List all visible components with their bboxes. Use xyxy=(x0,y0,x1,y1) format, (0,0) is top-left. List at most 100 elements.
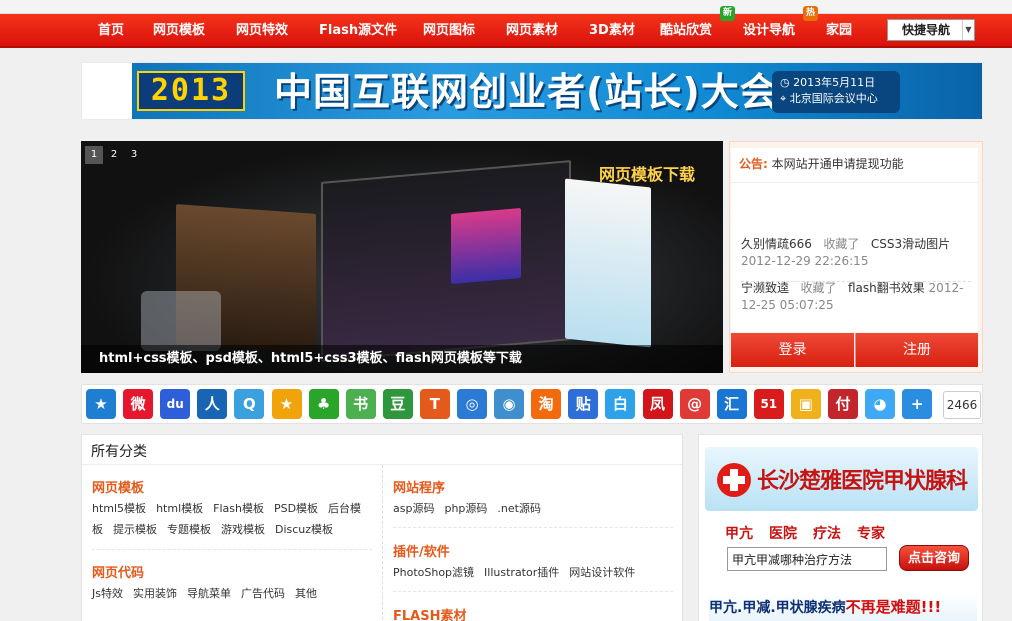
activity-item-link[interactable]: flash翻书效果 xyxy=(848,281,925,295)
nav-cool-sites[interactable]: 酷站欣赏 xyxy=(660,14,712,48)
renren-icon[interactable]: 人 xyxy=(197,389,228,419)
notice-content: 公告: 本网站开通申请提现功能 久别情疏666 收藏了 CSS3滑动图片 201… xyxy=(731,148,978,332)
notice-announcement[interactable]: 公告: 本网站开通申请提现功能 xyxy=(739,155,904,172)
category-heading-plugins-software[interactable]: 插件/软件 xyxy=(393,541,450,560)
category-link[interactable]: PSD模板 xyxy=(274,502,318,515)
qzone-star-icon[interactable]: ★ xyxy=(86,389,116,419)
category-link[interactable]: 专题模板 xyxy=(167,523,211,536)
phoenix-icon[interactable]: 凤 xyxy=(642,389,673,419)
category-link[interactable]: html模板 xyxy=(156,502,203,515)
netease-icon[interactable]: @ xyxy=(679,389,710,419)
banner-title: 中国互联网创业者(站长)大会 xyxy=(274,70,779,114)
qq-weibo-icon[interactable]: Q xyxy=(234,389,265,419)
ad-tag[interactable]: 医院 xyxy=(769,526,797,542)
nav-web-materials[interactable]: 网页素材 xyxy=(506,14,558,48)
medical-cross-icon xyxy=(717,463,751,497)
category-link[interactable]: 提示模板 xyxy=(113,523,157,536)
people-icon[interactable]: ◎ xyxy=(457,389,487,419)
category-heading-flash-materials[interactable]: FLASH素材 xyxy=(393,605,466,621)
hospital-ad[interactable]: 长沙楚雅医院甲状腺科 甲亢医院疗法专家 点击咨询 甲亢.甲减.甲状腺疾病不再是难… xyxy=(698,434,983,621)
all-categories: 所有分类 网页模板 html5模板 html模板 Flash模板 PSD模板 后台模 板… xyxy=(81,434,683,621)
tianya-icon[interactable]: T xyxy=(419,389,450,419)
category-link[interactable]: Illustrator插件 xyxy=(484,566,559,579)
nav-flash-source[interactable]: Flash源文件 xyxy=(319,14,397,48)
consult-button-label: 点击咨询 xyxy=(907,551,960,566)
category-link[interactable]: asp源码 xyxy=(393,502,434,515)
pengyou-icon[interactable]: ★ xyxy=(271,389,302,419)
main-nav: 首页 网页模板 网页特效 Flash源文件 网页图标 网页素材 3D素材 酷站欣… xyxy=(0,6,1012,48)
bookmark-icon[interactable]: 书 xyxy=(345,389,376,419)
category-link[interactable]: Discuz模板 xyxy=(275,523,333,536)
activity-item-link[interactable]: CSS3滑动图片 xyxy=(871,237,950,251)
consult-button[interactable]: 点击咨询 xyxy=(899,545,969,571)
register-button[interactable]: 注册 xyxy=(855,333,978,367)
activity-user[interactable]: 宁濒致逵 xyxy=(741,281,789,295)
ad-tag[interactable]: 专家 xyxy=(857,526,885,542)
hot-badge: 热 xyxy=(803,6,818,21)
conference-banner[interactable]: 2013 中国互联网创业者(站长)大会 ◷ 2013年5月11日 ⌖ 北京国际会… xyxy=(81,62,983,120)
banner-year: 2013 xyxy=(137,71,245,111)
activity-user[interactable]: 久别情疏666 xyxy=(741,237,812,251)
category-link[interactable]: 后台模 xyxy=(328,502,361,515)
51-icon[interactable]: 51 xyxy=(753,389,784,419)
categories-title: 所有分类 xyxy=(82,435,682,465)
category-link[interactable]: html5模板 xyxy=(92,502,146,515)
category-link[interactable]: 其他 xyxy=(295,587,317,600)
nav-3d-materials[interactable]: 3D素材 xyxy=(589,14,635,48)
qq-icon[interactable]: ◕ xyxy=(865,389,896,419)
ad-banner: 长沙楚雅医院甲状腺科 xyxy=(705,447,978,511)
slide-page-1[interactable]: 1 xyxy=(85,146,103,164)
category-link[interactable]: PhotoShop滤镜 xyxy=(393,566,474,579)
activity-action: 收藏了 xyxy=(823,237,860,251)
category-link[interactable]: Flash模板 xyxy=(213,502,264,515)
login-button[interactable]: 登录 xyxy=(731,333,854,367)
sina-weibo-icon[interactable]: 微 xyxy=(123,389,154,419)
category-heading-site-programs[interactable]: 网站程序 xyxy=(393,477,445,496)
ad-search-input[interactable] xyxy=(727,547,887,571)
baidu-bai-icon[interactable]: 白 xyxy=(605,389,636,419)
hero-slider[interactable]: 1 2 3 网页模板下载 html+css模板、psd模板、html5+css3… xyxy=(81,141,723,373)
activity-time: 2012-12-29 22:26:15 xyxy=(741,254,869,268)
category-heading-web-templates[interactable]: 网页模板 xyxy=(92,477,144,496)
taobao-icon[interactable]: 淘 xyxy=(531,389,562,419)
more-share-icon[interactable]: + xyxy=(902,389,933,419)
slide-caption[interactable]: html+css模板、psd模板、html5+css3模板、flash网页模板等… xyxy=(81,345,723,373)
ad-slogan: 甲亢.甲减.甲状腺疾病不再是难题!!! xyxy=(709,593,977,621)
notice-panel: 公告: 本网站开通申请提现功能 久别情疏666 收藏了 CSS3滑动图片 201… xyxy=(729,141,983,373)
category-link[interactable]: .net源码 xyxy=(497,502,541,515)
slide-page-3[interactable]: 3 xyxy=(125,146,143,164)
sohu-icon[interactable]: ◉ xyxy=(494,389,525,419)
category-link[interactable]: 广告代码 xyxy=(241,587,285,600)
nav-home-community[interactable]: 家园 xyxy=(826,14,852,48)
nav-web-templates[interactable]: 网页模板 xyxy=(153,14,205,48)
tieba-icon[interactable]: 贴 xyxy=(568,389,599,419)
category-link[interactable]: 实用装饰 xyxy=(133,587,177,600)
box-icon[interactable]: ▣ xyxy=(790,389,821,419)
xianguo-icon[interactable]: 付 xyxy=(828,389,858,419)
kaixin-icon[interactable]: ♣ xyxy=(308,389,339,419)
new-badge: 新 xyxy=(720,6,735,21)
category-link[interactable]: 板 xyxy=(92,523,103,536)
category-heading-web-code[interactable]: 网页代码 xyxy=(92,562,144,581)
ad-tag[interactable]: 甲亢 xyxy=(725,526,753,542)
banner-info: ◷ 2013年5月11日 ⌖ 北京国际会议中心 xyxy=(772,71,900,113)
nav-design-guide[interactable]: 设计导航 xyxy=(743,14,795,48)
nav-web-effects[interactable]: 网页特效 xyxy=(236,14,288,48)
nav-home[interactable]: 首页 xyxy=(98,14,124,48)
notice-text: 本网站开通申请提现功能 xyxy=(771,157,904,171)
nav-web-icons[interactable]: 网页图标 xyxy=(423,14,475,48)
quick-nav-select[interactable]: 快捷导航 ▼ xyxy=(887,19,975,41)
category-link[interactable]: Js特效 xyxy=(92,587,123,600)
hui-icon[interactable]: 汇 xyxy=(716,389,747,419)
category-link[interactable]: 游戏模板 xyxy=(221,523,265,536)
category-link[interactable]: 导航菜单 xyxy=(187,587,231,600)
ad-tag[interactable]: 疗法 xyxy=(813,526,841,542)
category-link[interactable]: 网站设计软件 xyxy=(569,566,635,579)
ad-slogan-emphasis: 不再是难题!!! xyxy=(845,598,942,616)
slide-pagination: 1 2 3 xyxy=(85,146,145,164)
slide-page-2[interactable]: 2 xyxy=(105,146,123,164)
category-links-web-code: Js特效 实用装饰 导航菜单 广告代码 其他 xyxy=(92,583,372,604)
baidu-icon[interactable]: du xyxy=(160,389,191,419)
category-link[interactable]: php源码 xyxy=(444,502,487,515)
douban-icon[interactable]: 豆 xyxy=(382,389,413,419)
